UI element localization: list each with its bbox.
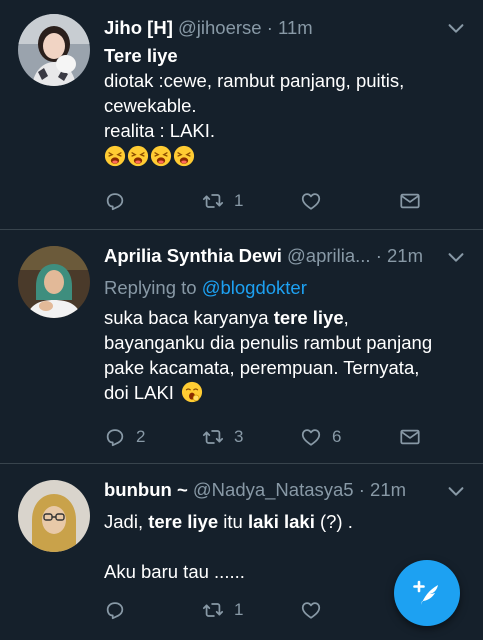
separator-dot: · [358, 479, 365, 500]
tired-face-emoji-icon [104, 145, 126, 167]
retweet-count: 1 [234, 191, 244, 210]
reply-icon [104, 426, 126, 448]
keyword-highlight: tere liye [273, 307, 344, 328]
display-name[interactable]: Aprilia Synthia Dewi [104, 245, 282, 266]
tweet-text-line: diotak :cewe, rambut panjang, puitis, [104, 70, 405, 91]
username[interactable]: @Nadya_Natasya5 [193, 479, 354, 500]
yawning-face-emoji-icon [181, 381, 203, 403]
reply-button[interactable] [104, 599, 136, 621]
avatar[interactable] [18, 480, 90, 552]
retweet-button[interactable]: 3 [202, 426, 243, 448]
compose-feather-icon [413, 580, 438, 605]
chevron-down-icon[interactable] [445, 246, 467, 268]
tweet-text-line: itu [218, 511, 248, 532]
keyword-highlight: tere liye [148, 511, 219, 532]
tweet-text: Tere liye diotak :cewe, rambut panjang, … [104, 43, 469, 169]
reply-button[interactable]: 2 [104, 426, 145, 448]
tired-face-emoji-icon [173, 145, 195, 167]
emoji-row [104, 144, 469, 169]
like-count: 6 [332, 427, 342, 446]
heart-icon [300, 426, 322, 448]
reply-count: 2 [136, 427, 146, 446]
tweet-actions: 1 [104, 190, 434, 216]
like-button[interactable]: 6 [300, 426, 341, 448]
retweet-icon [202, 190, 224, 212]
retweet-count: 3 [234, 427, 244, 446]
tweet-text-line: Tere liye [104, 45, 178, 66]
tweet-header: Jiho [H] @jihoerse · 11m [104, 16, 313, 40]
tweet-header: bunbun ~ @Nadya_Natasya5 · 21m [104, 478, 406, 502]
tweet-1[interactable]: Jiho [H] @jihoerse · 11m Tere liye diota… [0, 0, 483, 228]
direct-message-button[interactable] [399, 190, 421, 212]
replying-to-label: Replying to [104, 277, 202, 298]
compose-tweet-button[interactable] [394, 560, 460, 626]
tweet-text-line: bayanganku dia penulis rambut panjang [104, 332, 433, 353]
separator-dot: · [266, 17, 273, 38]
mail-icon [399, 426, 421, 448]
separator-dot: · [375, 245, 382, 266]
tweet-actions: 1 [104, 599, 434, 625]
avatar[interactable] [18, 246, 90, 318]
retweet-count: 1 [234, 600, 244, 619]
username[interactable]: @aprilia... [287, 245, 371, 266]
tweet-text-line: Jadi, [104, 511, 149, 532]
tweet-text-line: pake kacamata, perempuan. Ternyata, [104, 357, 420, 378]
direct-message-button[interactable] [399, 426, 421, 448]
reply-icon [104, 190, 126, 212]
tweet-text-line: doi LAKI [104, 382, 174, 403]
tweet-2[interactable]: Aprilia Synthia Dewi @aprilia... · 21m R… [0, 230, 483, 462]
avatar[interactable] [18, 14, 90, 86]
heart-icon [300, 599, 322, 621]
tweet-actions: 2 3 6 [104, 426, 434, 452]
timestamp[interactable]: 21m [387, 245, 423, 266]
replying-to: Replying to @blogdokter [104, 275, 469, 300]
chevron-down-icon[interactable] [445, 480, 467, 502]
tweet-text: Replying to @blogdokter suka baca karyan… [104, 275, 469, 405]
tweet-header: Aprilia Synthia Dewi @aprilia... · 21m [104, 244, 423, 268]
tweet-text-line: (?) . [314, 511, 353, 532]
display-name[interactable]: Jiho [H] [104, 17, 173, 38]
retweet-icon [202, 599, 224, 621]
tweet-text-line: realita : LAKI. [104, 120, 216, 141]
tweet-text-line: , [343, 307, 349, 328]
tweet-text-line: suka baca karyanya [104, 307, 274, 328]
display-name[interactable]: bunbun ~ [104, 479, 188, 500]
reply-icon [104, 599, 126, 621]
mail-icon [399, 190, 421, 212]
retweet-icon [202, 426, 224, 448]
tired-face-emoji-icon [150, 145, 172, 167]
tweet-text-line: cewekable. [104, 95, 197, 116]
like-button[interactable] [300, 599, 332, 621]
heart-icon [300, 190, 322, 212]
timestamp[interactable]: 21m [370, 479, 406, 500]
chevron-down-icon[interactable] [445, 17, 467, 39]
retweet-button[interactable]: 1 [202, 599, 243, 621]
tired-face-emoji-icon [127, 145, 149, 167]
mention-link[interactable]: @blogdokter [202, 277, 307, 298]
username[interactable]: @jihoerse [178, 17, 262, 38]
like-button[interactable] [300, 190, 332, 212]
reply-button[interactable] [104, 190, 136, 212]
keyword-highlight: laki laki [247, 511, 315, 532]
retweet-button[interactable]: 1 [202, 190, 243, 212]
timestamp[interactable]: 11m [278, 17, 313, 38]
